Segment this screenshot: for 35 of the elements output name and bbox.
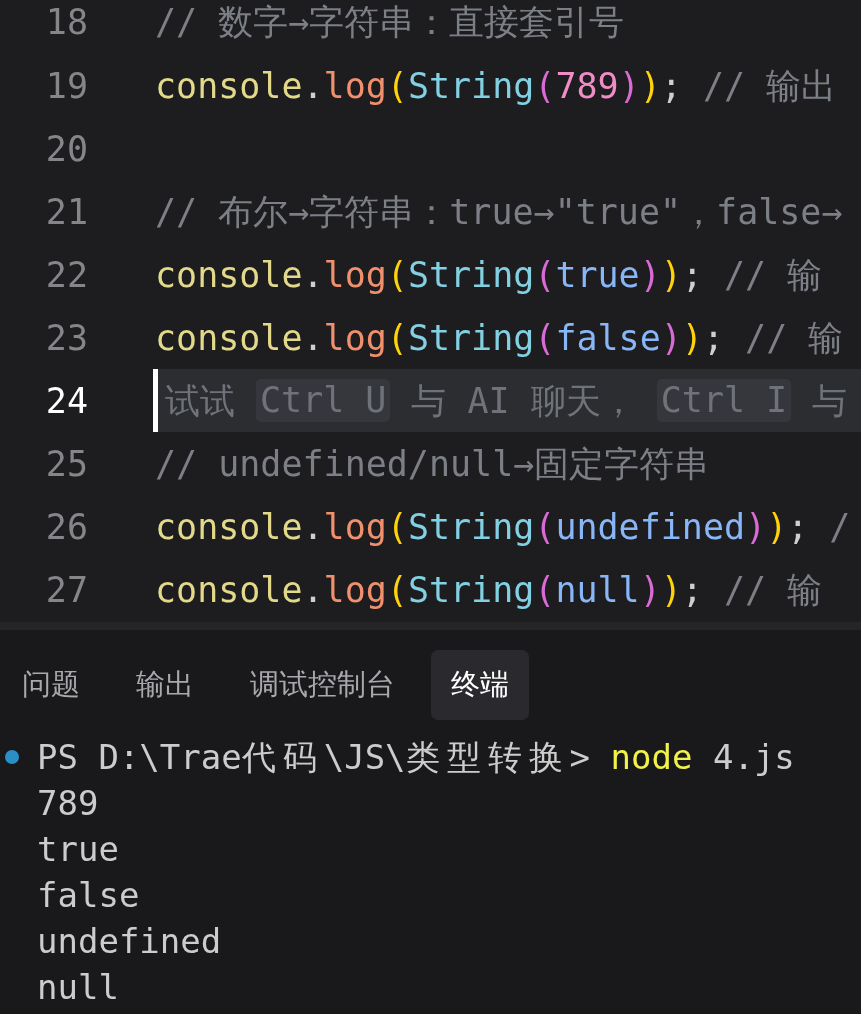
line-number: 23 — [44, 316, 88, 360]
terminal-output-line: 789 — [37, 782, 99, 825]
line-number: 24 — [44, 379, 88, 423]
terminal-command-line: PS D:\Trae代码\JS\类型转换> node 4.js — [37, 736, 795, 779]
code-line: // 布尔→字符串：true→"true"，false→ — [155, 190, 843, 234]
shortcut-key: Ctrl I — [656, 379, 792, 422]
panel-tab[interactable]: 终端 — [431, 650, 529, 720]
shortcut-key: Ctrl U — [256, 379, 391, 422]
code-line: // undefined/null→固定字符串 — [155, 442, 710, 486]
terminal-output-line: false — [37, 874, 140, 917]
line-number: 22 — [44, 253, 88, 297]
terminal-output-line: null — [37, 966, 119, 1009]
line-number: 21 — [44, 190, 88, 234]
text-cursor — [153, 369, 158, 432]
code-line: // 数字→字符串：直接套引号 — [155, 1, 625, 44]
code-line: console.log(String(true)); // 输 — [155, 253, 823, 297]
line-number: 26 — [44, 505, 88, 549]
line-number: 18 — [44, 1, 88, 44]
code-line: console.log(String(null)); // 输 — [155, 568, 823, 612]
code-line: console.log(String(undefined)); / — [155, 505, 851, 549]
status-dot-icon — [5, 750, 19, 764]
hint-text: 与 — [812, 379, 848, 423]
code-line: console.log(String(789)); // 输出 — [155, 64, 837, 108]
terminal-output-line: undefined — [37, 920, 222, 963]
line-number: 19 — [44, 64, 88, 108]
panel-tab[interactable]: 调试控制台 — [230, 650, 415, 720]
code-line: console.log(String(false)); // 输 — [155, 316, 844, 360]
hint-text: 与 AI 聊天， — [411, 379, 636, 423]
line-number: 20 — [44, 127, 88, 171]
line-number: 25 — [44, 442, 88, 486]
hint-text: 试试 — [165, 379, 235, 423]
terminal-output-line: true — [37, 828, 119, 871]
panel-tab[interactable]: 输出 — [116, 650, 214, 720]
panel-tab[interactable]: 问题 — [2, 650, 100, 720]
line-number: 27 — [44, 568, 88, 612]
